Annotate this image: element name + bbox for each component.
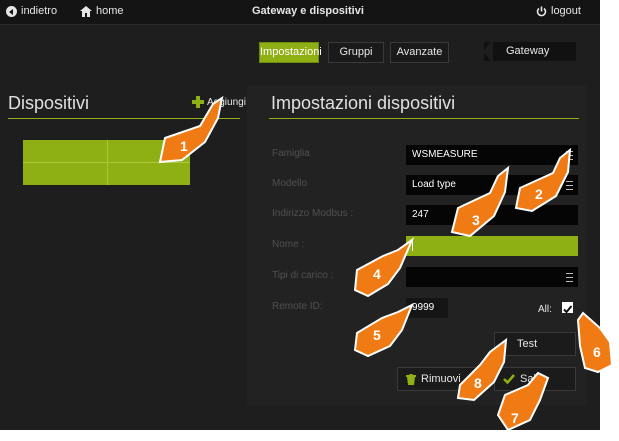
settings-title: Impostazioni dispositivi: [271, 93, 456, 113]
remote-value: 9999: [412, 302, 435, 313]
all-checkbox[interactable]: [562, 302, 573, 314]
checkmark-icon: [503, 374, 515, 385]
tab-impostazioni[interactable]: Impostazioni: [259, 42, 322, 63]
power-icon: [536, 6, 547, 17]
callout-5-number: 5: [373, 327, 381, 343]
back-arrow-icon: [6, 5, 17, 17]
menu-icon: [566, 151, 573, 160]
callout-4-number: 4: [373, 266, 381, 282]
remote-id-input[interactable]: 9999: [406, 298, 448, 318]
trash-icon: [406, 373, 416, 385]
tipi-select[interactable]: [406, 267, 578, 287]
remote-label: Remote ID:: [272, 301, 323, 312]
modello-select[interactable]: Load type: [406, 175, 578, 195]
text-cursor: [412, 241, 413, 251]
indirizzo-value: 247: [412, 209, 429, 220]
callout-2-number: 2: [535, 186, 543, 202]
back-button[interactable]: indietro: [6, 5, 57, 17]
devices-divider: [8, 118, 240, 119]
save-label: Salva: [520, 373, 548, 385]
callout-6-number: 6: [593, 344, 601, 360]
tipi-label: Tipi di carico :: [272, 270, 334, 281]
modello-label: Modello: [272, 178, 308, 189]
callout-1-number: 1: [180, 138, 188, 154]
check-icon: [563, 305, 573, 314]
home-button[interactable]: home: [80, 5, 124, 17]
nav-bar: Impostazioni Gruppi Avanzate Gateway: [0, 36, 600, 66]
settings-divider: [269, 118, 579, 119]
callout-3-number: 3: [472, 212, 480, 228]
indirizzo-input[interactable]: 247: [406, 205, 578, 225]
back-label: indietro: [21, 5, 58, 17]
devices-title: Dispositivi: [8, 93, 90, 113]
device-item[interactable]: [23, 140, 190, 185]
famiglia-value: WSMEASURE: [412, 149, 478, 160]
modello-value: Load type: [412, 179, 456, 190]
logout-label: logout: [551, 5, 581, 17]
home-label: home: [96, 5, 124, 17]
menu-icon: [566, 181, 573, 190]
callout-7-number: 7: [511, 410, 519, 426]
all-label: All:: [538, 304, 552, 315]
famiglia-select[interactable]: WSMEASURE: [406, 145, 578, 165]
save-button[interactable]: Salva: [494, 367, 576, 391]
logout-button[interactable]: logout: [536, 5, 581, 17]
callout-8-number: 8: [474, 375, 482, 391]
top-bar: indietro home Gateway e dispositivi logo…: [0, 0, 600, 25]
famiglia-label: Famiglia: [272, 148, 310, 159]
device-row-divider: [23, 162, 190, 163]
nome-input[interactable]: [406, 236, 578, 256]
gateway-tab[interactable]: Gateway: [483, 42, 576, 61]
nome-label: Nome :: [272, 239, 305, 250]
indirizzo-label: Indirizzo Modbus :: [272, 208, 354, 219]
add-device-label: Aggiungi: [207, 96, 246, 108]
app-screen: indietro home Gateway e dispositivi logo…: [0, 0, 600, 430]
menu-icon: [566, 273, 573, 282]
test-label: Test: [517, 338, 538, 350]
page-title: Gateway e dispositivi: [252, 5, 364, 17]
gateway-tab-label: Gateway: [506, 45, 550, 57]
plus-icon: [192, 96, 204, 108]
tab-avanzate[interactable]: Avanzate: [390, 42, 449, 63]
remove-button[interactable]: Rimuovi: [397, 367, 485, 391]
test-button[interactable]: Test: [494, 332, 576, 356]
add-device-button[interactable]: Aggiungi: [192, 96, 246, 108]
home-icon: [80, 5, 92, 17]
remove-label: Rimuovi: [421, 373, 461, 385]
tab-gruppi[interactable]: Gruppi: [328, 42, 384, 63]
